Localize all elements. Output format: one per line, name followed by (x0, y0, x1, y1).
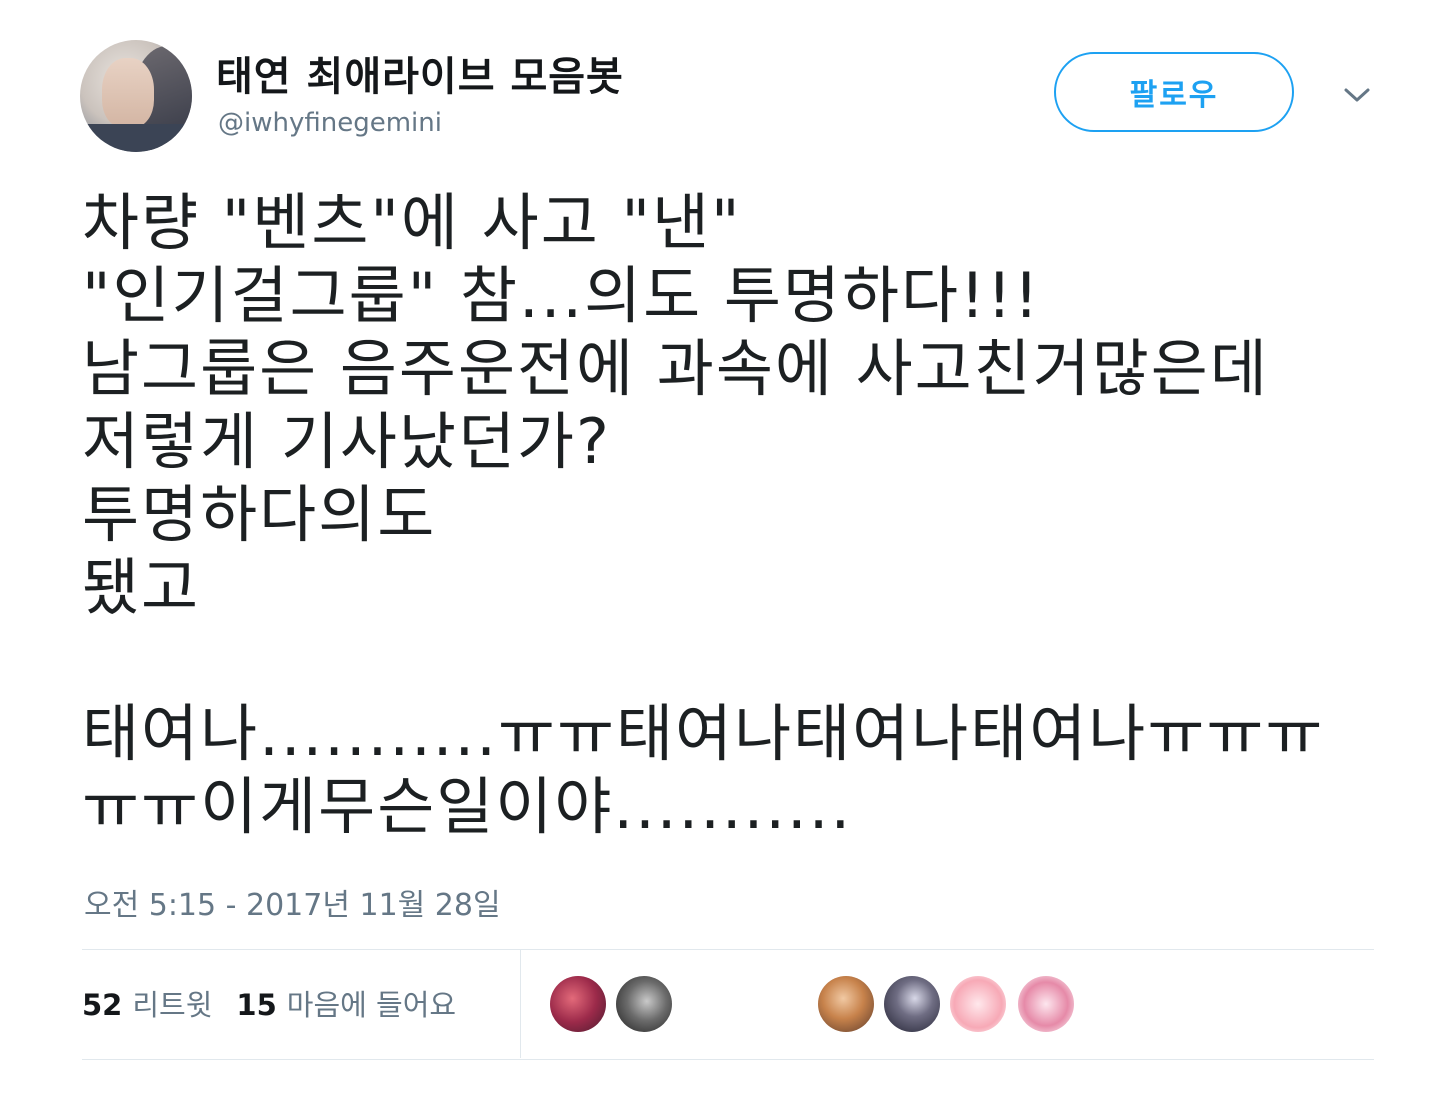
likes-count: 15 (236, 988, 277, 1022)
liker-avatar[interactable] (950, 976, 1006, 1032)
chevron-down-icon[interactable] (1340, 78, 1374, 112)
tweet-card: 태연 최애라이브 모음봇 @iwhyfinegemini 팔로우 차량 "벤츠"… (0, 0, 1440, 1100)
tweet-stats: 52 리트윗 15 마음에 들어요 (82, 982, 456, 1024)
tweet-timestamp[interactable]: 오전 5:15 - 2017년 11월 28일 (84, 880, 501, 924)
liker-avatar[interactable] (884, 976, 940, 1032)
follow-button[interactable]: 팔로우 (1054, 52, 1294, 132)
liker-avatar[interactable] (616, 976, 672, 1032)
liker-avatar[interactable] (1018, 976, 1074, 1032)
likes-label: 마음에 들어요 (286, 988, 457, 1022)
tweet-text: 차량 "벤츠"에 사고 "낸" "인기걸그룹" 참...의도 투명하다!!! 남… (82, 186, 1325, 843)
retweets-label: 리트윗 (132, 988, 213, 1022)
retweets-count: 52 (82, 988, 123, 1022)
divider-bottom (82, 1059, 1374, 1060)
retweets-stat[interactable]: 52 리트윗 (82, 982, 212, 1024)
likes-stat[interactable]: 15 마음에 들어요 (236, 982, 456, 1024)
display-name[interactable]: 태연 최애라이브 모음봇 (216, 44, 624, 102)
liker-avatar[interactable] (550, 976, 606, 1032)
divider-top (82, 949, 1374, 950)
avatar-shoulder (80, 124, 192, 152)
avatar-face (102, 58, 154, 128)
user-handle[interactable]: @iwhyfinegemini (218, 108, 442, 138)
liker-avatar[interactable] (818, 976, 874, 1032)
profile-avatar[interactable] (80, 40, 192, 152)
stats-separator (520, 950, 521, 1058)
